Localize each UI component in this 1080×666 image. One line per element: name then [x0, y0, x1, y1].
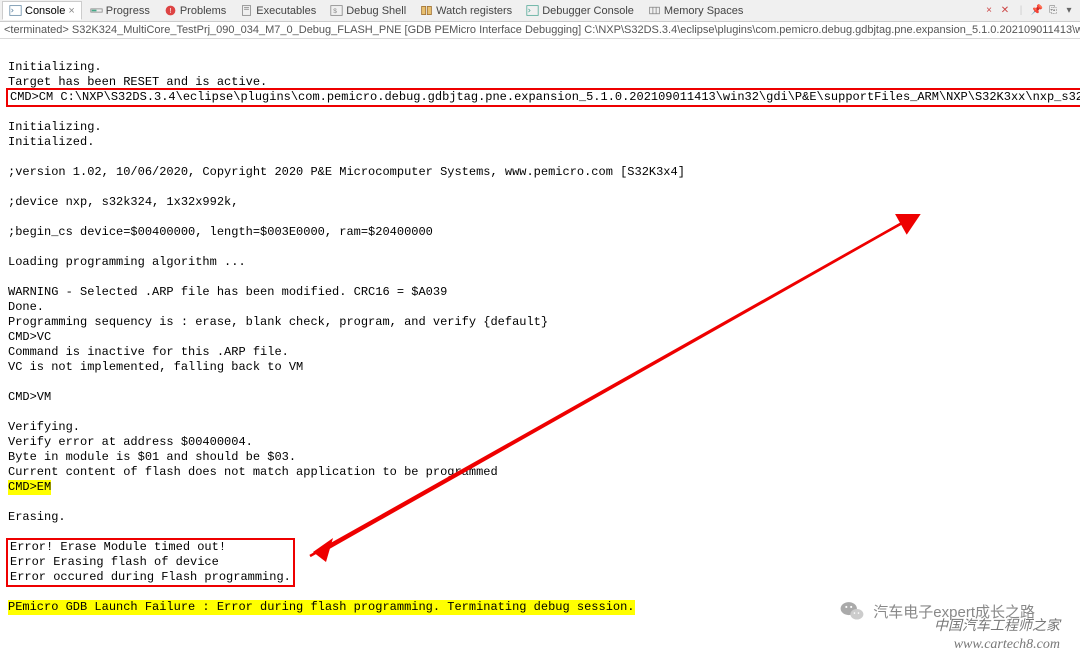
executables-icon [240, 4, 253, 17]
view-tabbar: Console × Progress ! Problems Executable… [0, 0, 1080, 22]
pin-icon[interactable]: 📌 [1030, 4, 1044, 18]
tab-label: Watch registers [436, 5, 512, 17]
problems-icon: ! [164, 4, 177, 17]
error-block: Error! Erase Module timed out! Error Era… [8, 540, 293, 585]
console-line: Verify error at address $00400004. [8, 435, 253, 449]
console-line: Verifying. [8, 420, 80, 434]
console-line: Initializing. [8, 120, 102, 134]
tab-label: Memory Spaces [664, 5, 743, 17]
tab-debugger-console[interactable]: Debugger Console [520, 2, 640, 19]
debug-shell-icon: $ [330, 4, 343, 17]
close-icon[interactable]: × [68, 5, 74, 17]
tab-label: Debugger Console [542, 5, 634, 17]
dropdown-icon[interactable]: ▾ [1062, 4, 1076, 18]
tab-problems[interactable]: ! Problems [158, 2, 232, 19]
console-line: Done. [8, 300, 44, 314]
watermark-cn: 中国汽车工程师之家 [934, 618, 1060, 636]
cmd-cm-highlight: CMD>CM C:\NXP\S32DS.3.4\eclipse\plugins\… [8, 90, 1080, 105]
registers-icon [420, 4, 433, 17]
annotation-arrow [298, 214, 938, 574]
tab-label: Progress [106, 5, 150, 17]
memory-icon [648, 4, 661, 17]
console-output[interactable]: Initializing. Target has been RESET and … [0, 39, 1080, 666]
console-line: Initializing. [8, 60, 102, 74]
tab-memory-spaces[interactable]: Memory Spaces [642, 2, 749, 19]
tab-label: Problems [180, 5, 226, 17]
console-icon [9, 4, 22, 17]
tab-label: Executables [256, 5, 316, 17]
tab-debug-shell[interactable]: $ Debug Shell [324, 2, 412, 19]
console-line: Target has been RESET and is active. [8, 75, 267, 89]
tab-watch-registers[interactable]: Watch registers [414, 2, 518, 19]
console-line: ;begin_cs device=$00400000, length=$003E… [8, 225, 433, 239]
tab-label: Debug Shell [346, 5, 406, 17]
svg-text:!: ! [169, 6, 171, 15]
console-status: <terminated> S32K324_MultiCore_TestPrj_0… [0, 22, 1080, 39]
console-line: Erasing. [8, 510, 66, 524]
svg-text:$: $ [333, 8, 337, 15]
console-line: Initialized. [8, 135, 94, 149]
wechat-icon [839, 598, 865, 624]
console-line: Programming sequency is : erase, blank c… [8, 315, 548, 329]
console-line: Loading programming algorithm ... [8, 255, 246, 269]
debugger-console-icon [526, 4, 539, 17]
console-line: CMD>VM [8, 390, 51, 404]
toolbar-sep: | [1014, 4, 1028, 18]
site-watermark: 中国汽车工程师之家 www.cartech8.com [934, 618, 1060, 654]
console-line: WARNING - Selected .ARP file has been mo… [8, 285, 447, 299]
tab-progress[interactable]: Progress [84, 2, 156, 19]
cmd-em-highlight: CMD>EM [8, 480, 51, 495]
display-icon[interactable]: ⎘ [1046, 4, 1060, 18]
watermark-url: www.cartech8.com [934, 636, 1060, 654]
console-line: Current content of flash does not match … [8, 465, 498, 479]
remove-all-icon[interactable]: ✕ [998, 4, 1012, 18]
progress-icon [90, 4, 103, 17]
console-line: Byte in module is $01 and should be $03. [8, 450, 296, 464]
console-line: Command is inactive for this .ARP file. [8, 345, 289, 359]
toolbar-icons: × ✕ | 📌 ⎘ ▾ [982, 4, 1080, 18]
close-console-icon[interactable]: × [982, 4, 996, 18]
tab-label: Console [25, 5, 65, 17]
console-line: ;version 1.02, 10/06/2020, Copyright 202… [8, 165, 685, 179]
console-line: VC is not implemented, falling back to V… [8, 360, 303, 374]
launch-failure-highlight: PEmicro GDB Launch Failure : Error durin… [8, 600, 635, 615]
console-line: ;device nxp, s32k324, 1x32x992k, [8, 195, 238, 209]
tab-executables[interactable]: Executables [234, 2, 322, 19]
tab-console[interactable]: Console × [2, 1, 82, 20]
console-line: CMD>VC [8, 330, 51, 344]
